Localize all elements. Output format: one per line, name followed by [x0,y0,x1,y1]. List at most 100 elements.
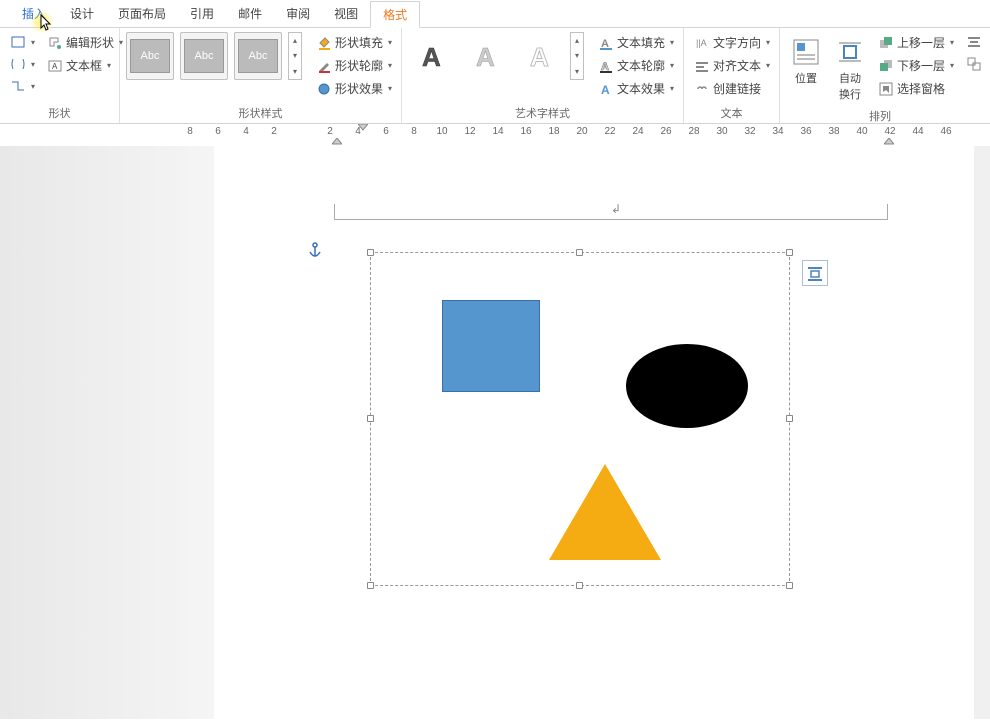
resize-handle-nw[interactable] [367,249,374,256]
menu-design[interactable]: 设计 [58,1,106,26]
first-line-indent-marker[interactable] [358,124,368,137]
layout-options-button[interactable] [802,260,828,286]
shape-style-more[interactable]: ▴▾▾ [288,32,302,80]
wordart-style-3[interactable]: A [516,32,564,80]
text-fill-label: 文本填充 [617,34,665,51]
text-outline-icon: A [598,58,614,74]
anchor-icon [308,242,322,261]
align-text-icon [694,58,710,74]
ruler-tick: 32 [744,126,755,137]
document-area: ↲ [0,146,990,719]
wordart-style-2[interactable]: A [462,32,510,80]
text-effects-btn[interactable]: A文本效果▾ [594,78,678,99]
svg-text:A: A [52,62,58,71]
layout-options-icon [806,264,824,282]
resize-handle-sw[interactable] [367,582,374,589]
shape-style-1[interactable]: Abc [126,32,174,80]
shape-styles-group-label: 形状样式 [126,103,395,123]
orange-triangle-shape[interactable] [549,464,661,560]
wordart-group-label: 艺术字样式 [408,103,677,123]
text-box-btn[interactable]: A文本框▾ [43,55,127,76]
text-fill-btn[interactable]: A文本填充▾ [594,32,678,53]
wrap-text-label: 自动换行 [836,70,864,102]
shape-effects-btn[interactable]: 形状效果▾ [312,78,396,99]
shape-gallery-btn[interactable]: ▾ [6,32,39,52]
svg-text:A: A [601,83,610,96]
text-outline-label: 文本轮廓 [617,57,665,74]
arrange-group-label: 排列 [786,106,974,126]
ruler-tick: 4 [243,126,249,137]
menu-insert[interactable]: 插入 [10,1,58,26]
resize-handle-se[interactable] [786,582,793,589]
resize-handle-n[interactable] [576,249,583,256]
align-text-label: 对齐文本 [713,57,761,74]
resize-handle-s[interactable] [576,582,583,589]
shape-gallery-btn-3[interactable]: ▾ [6,76,39,96]
horizontal-ruler[interactable]: 8642246810121416182022242628303234363840… [0,124,990,146]
ruler-tick: 40 [856,126,867,137]
menu-format[interactable]: 格式 [370,1,420,28]
group-icon [966,56,982,72]
ruler-tick: 24 [632,126,643,137]
text-box-label: 文本框 [66,57,102,74]
ruler-tick: 38 [828,126,839,137]
rect-shape-icon [10,34,26,50]
menu-review[interactable]: 审阅 [274,1,322,26]
edit-shape-btn[interactable]: 编辑形状▾ [43,32,127,53]
fill-bucket-icon [316,35,332,51]
outline-pen-icon [316,58,332,74]
menu-view[interactable]: 视图 [322,1,370,26]
bring-forward-btn[interactable]: 上移一层▾ [874,32,958,53]
blue-rectangle-shape[interactable] [442,300,540,392]
create-link-btn[interactable]: 创建链接 [690,78,774,99]
menu-references[interactable]: 引用 [178,1,226,26]
text-direction-icon: ||A [694,35,710,51]
selection-pane-icon [878,81,894,97]
position-btn[interactable]: 位置 [786,32,826,90]
resize-handle-w[interactable] [367,415,374,422]
send-backward-btn[interactable]: 下移一层▾ [874,55,958,76]
svg-text:A: A [476,42,495,72]
bring-forward-icon [878,35,894,51]
wordart-more[interactable]: ▴▾▾ [570,32,584,80]
selection-pane-btn[interactable]: 选择窗格 [874,78,958,99]
menu-layout[interactable]: 页面布局 [106,1,178,26]
svg-text:A: A [530,42,549,72]
text-outline-btn[interactable]: A文本轮廓▾ [594,55,678,76]
text-effects-label: 文本效果 [617,80,665,97]
shapes-group-label: 形状 [6,103,113,123]
ruler-tick: 26 [660,126,671,137]
page[interactable]: ↲ [214,146,974,726]
ribbon-group-shapes: ▾ ▾ ▾ 编辑形状▾ A文本框▾ 形状 [0,28,120,123]
align-btn[interactable] [962,32,986,52]
text-fill-icon: A [598,35,614,51]
align-text-btn[interactable]: 对齐文本▾ [690,55,774,76]
shape-outline-label: 形状轮廓 [335,57,383,74]
selection-pane-label: 选择窗格 [897,80,945,97]
svg-text:||A: ||A [696,38,707,48]
text-group-label: 文本 [690,103,773,123]
shape-effects-label: 形状效果 [335,80,383,97]
text-direction-btn[interactable]: ||A文字方向▾ [690,32,774,53]
ribbon-group-wordart: A A A ▴▾▾ A文本填充▾ A文本轮廓▾ A文本效果▾ 艺术字样式 [402,28,684,123]
black-ellipse-shape[interactable] [626,344,748,428]
shape-fill-label: 形状填充 [335,34,383,51]
shape-style-3[interactable]: Abc [234,32,282,80]
shape-gallery-btn-2[interactable]: ▾ [6,54,39,74]
position-label: 位置 [795,70,817,86]
wordart-style-1[interactable]: A [408,32,456,80]
ruler-tick: 20 [576,126,587,137]
shape-fill-btn[interactable]: 形状填充▾ [312,32,396,53]
shape-style-2[interactable]: Abc [180,32,228,80]
ruler-tick: 36 [800,126,811,137]
resize-handle-e[interactable] [786,415,793,422]
ruler-tick: 6 [383,126,389,137]
group-btn[interactable] [962,54,986,74]
wrap-text-btn[interactable]: 自动换行 [830,32,870,106]
menu-mailings[interactable]: 邮件 [226,1,274,26]
resize-handle-ne[interactable] [786,249,793,256]
ruler-tick: 6 [215,126,221,137]
ruler-tick: 12 [464,126,475,137]
text-box-icon: A [47,58,63,74]
shape-outline-btn[interactable]: 形状轮廓▾ [312,55,396,76]
